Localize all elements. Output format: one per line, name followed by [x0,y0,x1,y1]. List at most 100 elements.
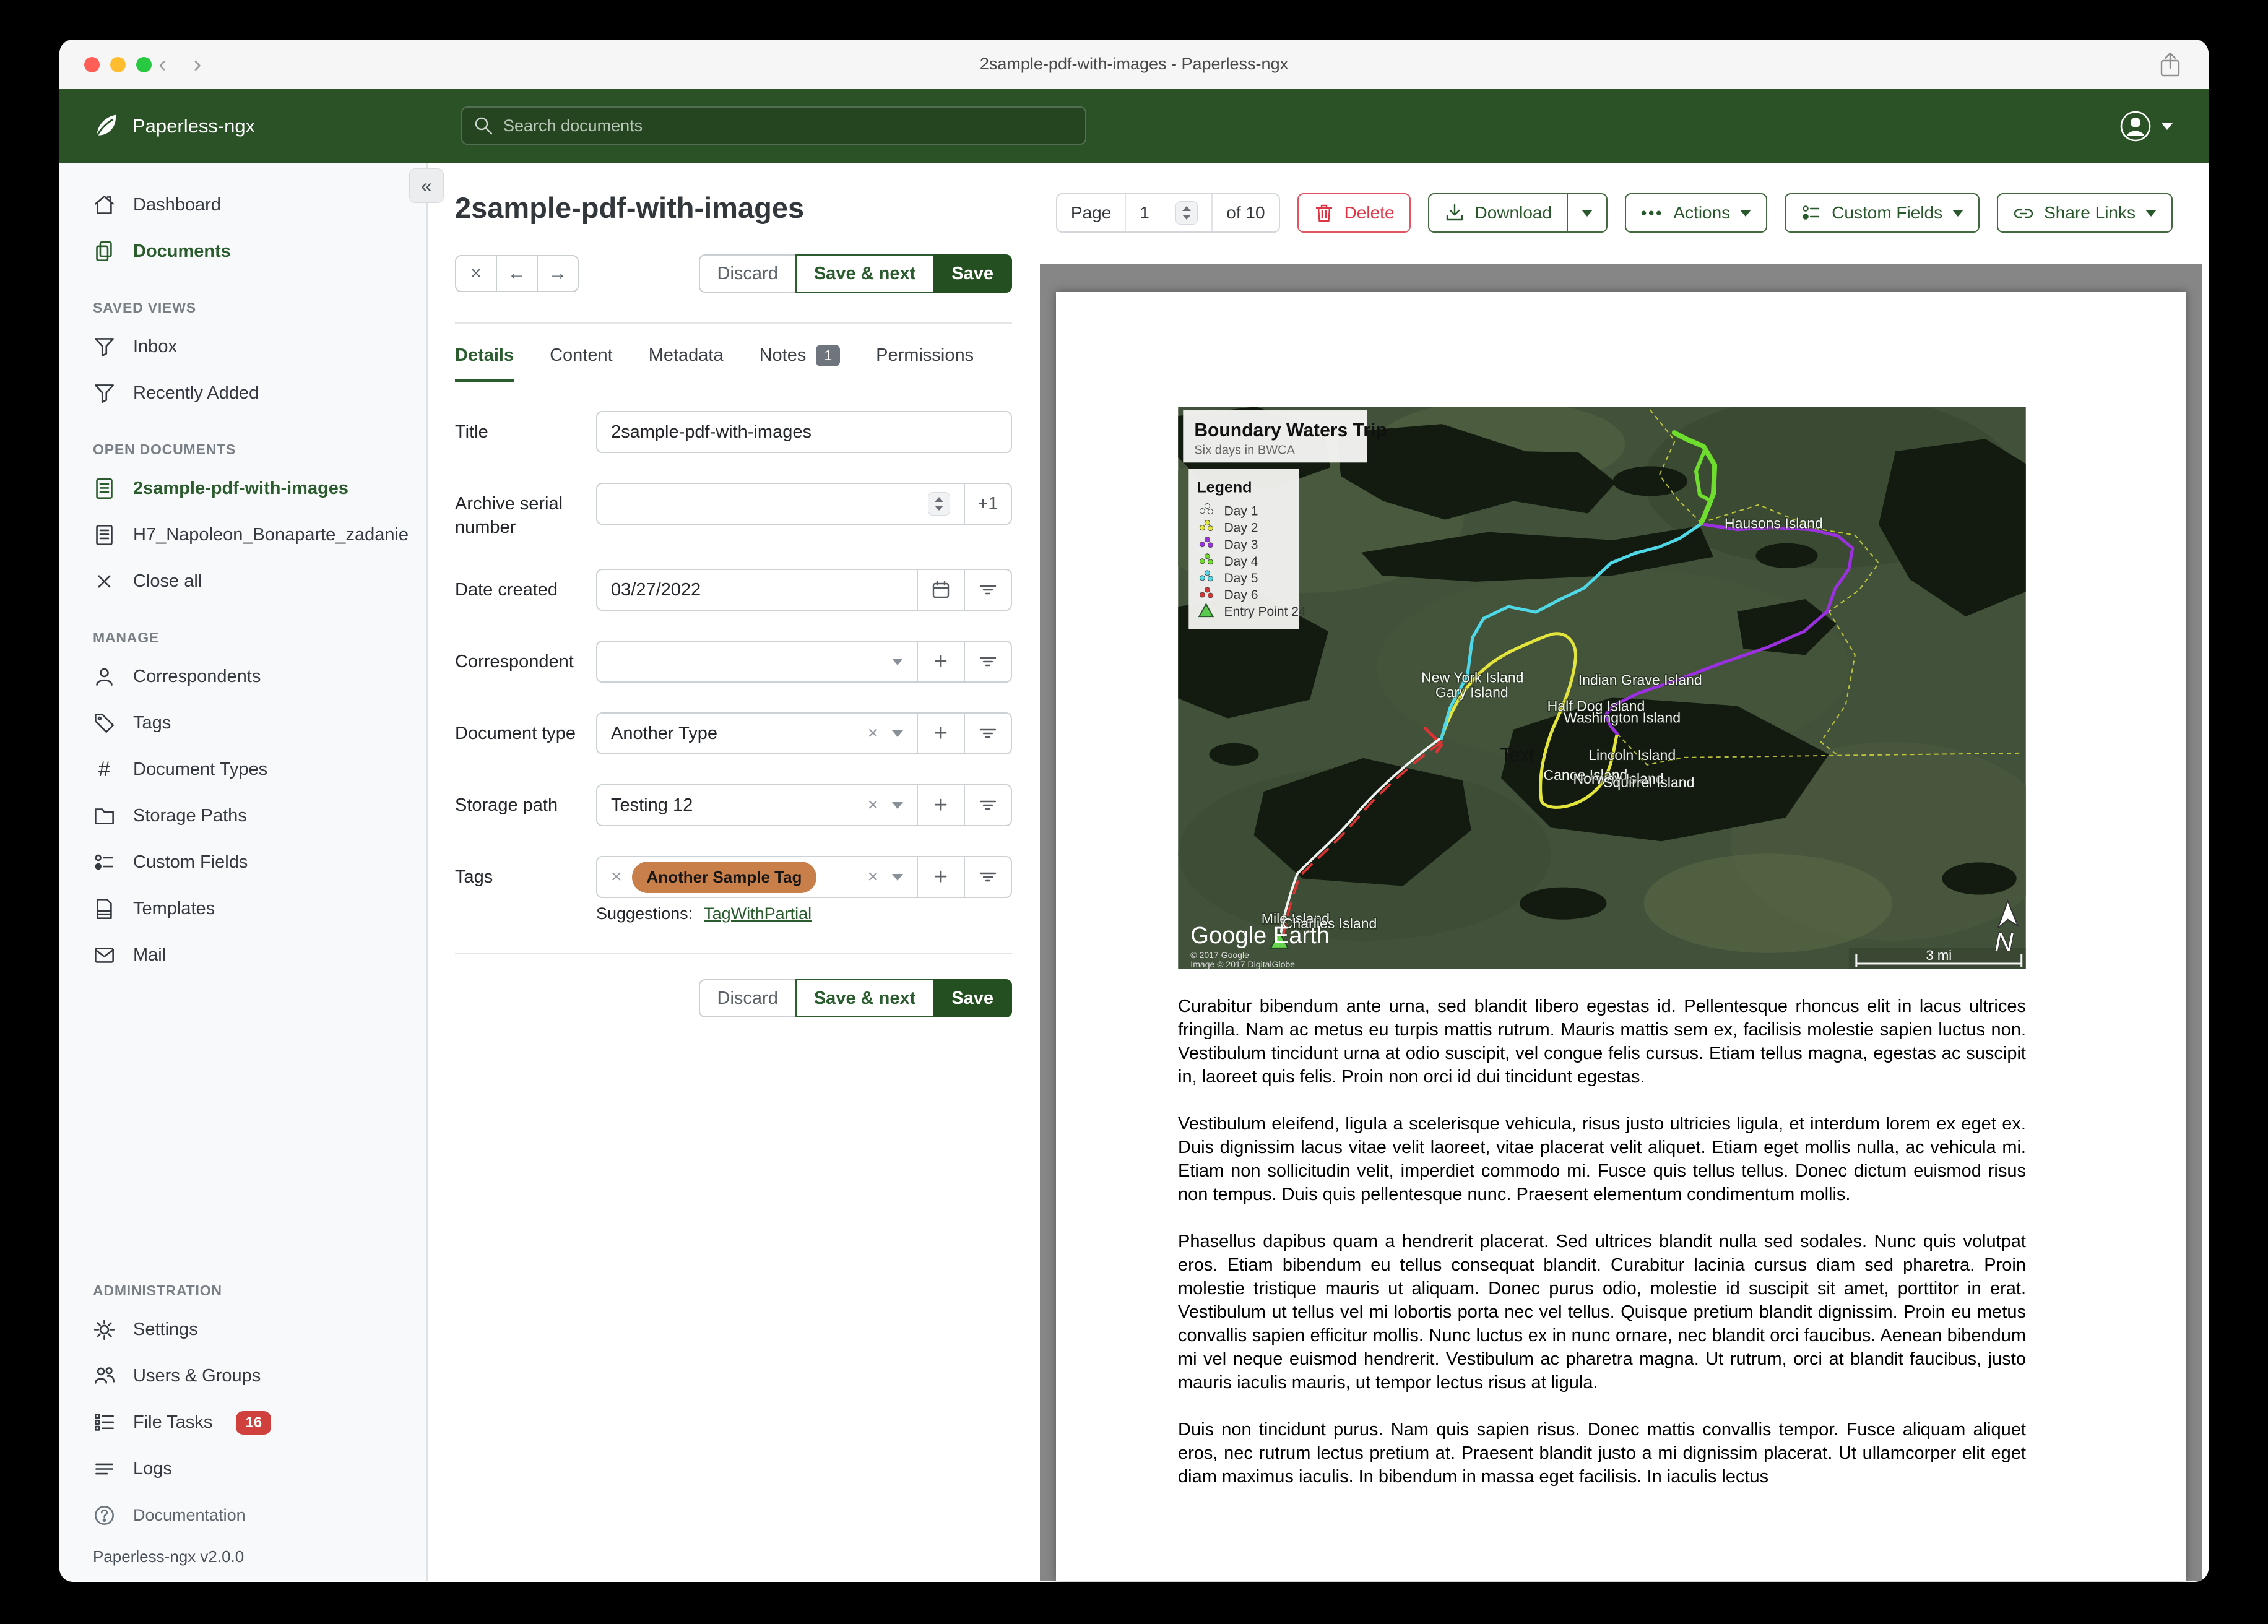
add-tag-button[interactable]: + [917,857,964,897]
sidebar-close-all[interactable]: Close all [59,558,426,605]
main-content: Page of 10 Delete [428,163,2209,1581]
map-label: Indian Grave Island [1578,672,1702,688]
sidebar-item-documentation[interactable]: Documentation [59,1492,426,1539]
sidebar-item-tags[interactable]: Tags [59,700,426,746]
tag-chip[interactable]: Another Sample Tag [631,861,817,893]
titlebar: ‹ › 2sample-pdf-with-images - Paperless-… [59,40,2209,89]
date-input[interactable]: 03/27/2022 [597,570,917,610]
clear-icon[interactable]: × [867,868,878,886]
document-preview-pane[interactable]: New York Island Gary Island Hausons Isla… [1040,264,2202,1581]
remove-tag-icon[interactable]: × [611,868,622,886]
map-label: Hausons Island [1725,516,1823,532]
clear-icon[interactable]: × [867,724,878,743]
custom-fields-button[interactable]: Custom Fields [1785,193,1980,233]
sidebar-item-logs[interactable]: Logs [59,1446,426,1492]
sidebar-item-storage-paths[interactable]: Storage Paths [59,793,426,839]
trash-icon [1315,204,1332,222]
asn-stepper[interactable] [928,492,950,516]
close-document-button[interactable]: × [455,255,497,292]
tags-select[interactable]: × Another Sample Tag × [597,857,917,897]
save-and-next-button[interactable]: Save & next [795,254,935,293]
sidebar-item-mail[interactable]: Mail [59,932,426,978]
sidebar-collapse-button[interactable]: « [409,168,444,203]
page-number-input[interactable] [1140,203,1169,223]
sidebar-item-inbox[interactable]: Inbox [59,324,426,370]
discard-button[interactable]: Discard [698,979,797,1018]
share-icon[interactable] [2157,51,2184,79]
delete-button[interactable]: Delete [1297,193,1411,233]
browser-back-icon[interactable]: ‹ [158,51,167,78]
search-icon [475,117,493,135]
download-options-button[interactable] [1568,193,1608,233]
search-input[interactable] [461,106,1086,145]
title-input[interactable] [611,421,997,443]
sidebar-item-correspondents[interactable]: Correspondents [59,654,426,700]
sidebar-item-settings[interactable]: Settings [59,1307,426,1353]
doctype-select[interactable]: Another Type × [597,714,917,753]
title-field-label: Title [455,422,488,442]
share-links-button[interactable]: Share Links [1997,193,2173,233]
actions-button[interactable]: ••• Actions [1625,193,1768,233]
next-document-button[interactable]: → [537,255,579,292]
previous-document-button[interactable]: ← [496,255,538,292]
add-storage-button[interactable]: + [917,785,964,826]
asn-increment-button[interactable]: +1 [964,484,1011,524]
user-menu[interactable] [2119,89,2173,163]
save-button[interactable]: Save [933,254,1012,293]
page-stepper[interactable] [1175,201,1198,225]
doctype-field-label: Document type [455,723,576,744]
minimize-window-button[interactable] [110,57,126,72]
sidebar-item-documents[interactable]: Documents [59,228,426,275]
asn-input[interactable] [597,484,964,524]
add-correspondent-button[interactable]: + [917,642,964,682]
tab-notes[interactable]: Notes 1 [760,345,841,382]
notes-count-badge: 1 [816,345,841,366]
tab-details[interactable]: Details [455,345,514,382]
title-input-group [596,411,1012,453]
legend-title: Legend [1197,478,1252,496]
add-doctype-button[interactable]: + [917,714,964,754]
date-filter-button[interactable] [964,570,1011,610]
users-icon [95,1367,115,1384]
calendar-button[interactable] [917,570,964,610]
date-field-label: Date created [455,580,558,600]
sidebar-item-file-tasks[interactable]: File Tasks 16 [59,1399,426,1446]
sidebar-item-dashboard[interactable]: Dashboard [59,182,426,228]
tab-permissions[interactable]: Permissions [876,345,974,382]
zoom-window-button[interactable] [136,57,152,72]
download-button[interactable]: Download [1427,193,1569,233]
logs-icon [95,1463,113,1475]
asn-input-group: +1 [596,483,1012,525]
clear-icon[interactable]: × [867,796,878,814]
save-button[interactable]: Save [933,979,1012,1018]
correspondent-field-label: Correspondent [455,652,574,672]
sidebar-item-custom-fields[interactable]: Custom Fields [59,839,426,886]
doctype-filter-button[interactable] [964,714,1011,754]
sidebar-item-users-groups[interactable]: Users & Groups [59,1353,426,1399]
correspondent-filter-button[interactable] [964,642,1011,682]
correspondent-select[interactable] [597,642,917,681]
map-label: Lincoln Island [1588,747,1676,763]
sidebar-open-doc-2[interactable]: H7_Napoleon_Bonaparte_zadanie [59,512,426,558]
sidebar-item-templates[interactable]: Templates [59,886,426,932]
filter-lines-icon [979,873,997,882]
sidebar-open-doc-current[interactable]: 2sample-pdf-with-images [59,465,426,512]
tags-filter-button[interactable] [964,857,1011,897]
storage-filter-button[interactable] [964,785,1011,826]
sidebar-item-document-types[interactable]: # Document Types [59,746,426,793]
browser-forward-icon[interactable]: › [194,51,202,78]
tab-metadata[interactable]: Metadata [649,345,724,382]
save-and-next-button[interactable]: Save & next [795,979,935,1018]
tab-content[interactable]: Content [550,345,613,382]
discard-button[interactable]: Discard [698,254,797,293]
chevron-down-icon [1740,209,1752,217]
compass-north-label: N [1994,927,2014,956]
storage-select[interactable]: Testing 12 × [597,785,917,825]
suggestion-tag-link[interactable]: TagWithPartial [704,904,812,923]
close-window-button[interactable] [84,57,100,72]
sidebar-item-recently-added[interactable]: Recently Added [59,370,426,417]
legend-item: Day 6 [1224,588,1258,602]
map-scale-label: 3 mi [1926,948,1952,963]
paragraph: Phasellus dapibus quam a hendrerit place… [1178,1232,2026,1393]
date-input-group: 03/27/2022 [596,569,1012,611]
